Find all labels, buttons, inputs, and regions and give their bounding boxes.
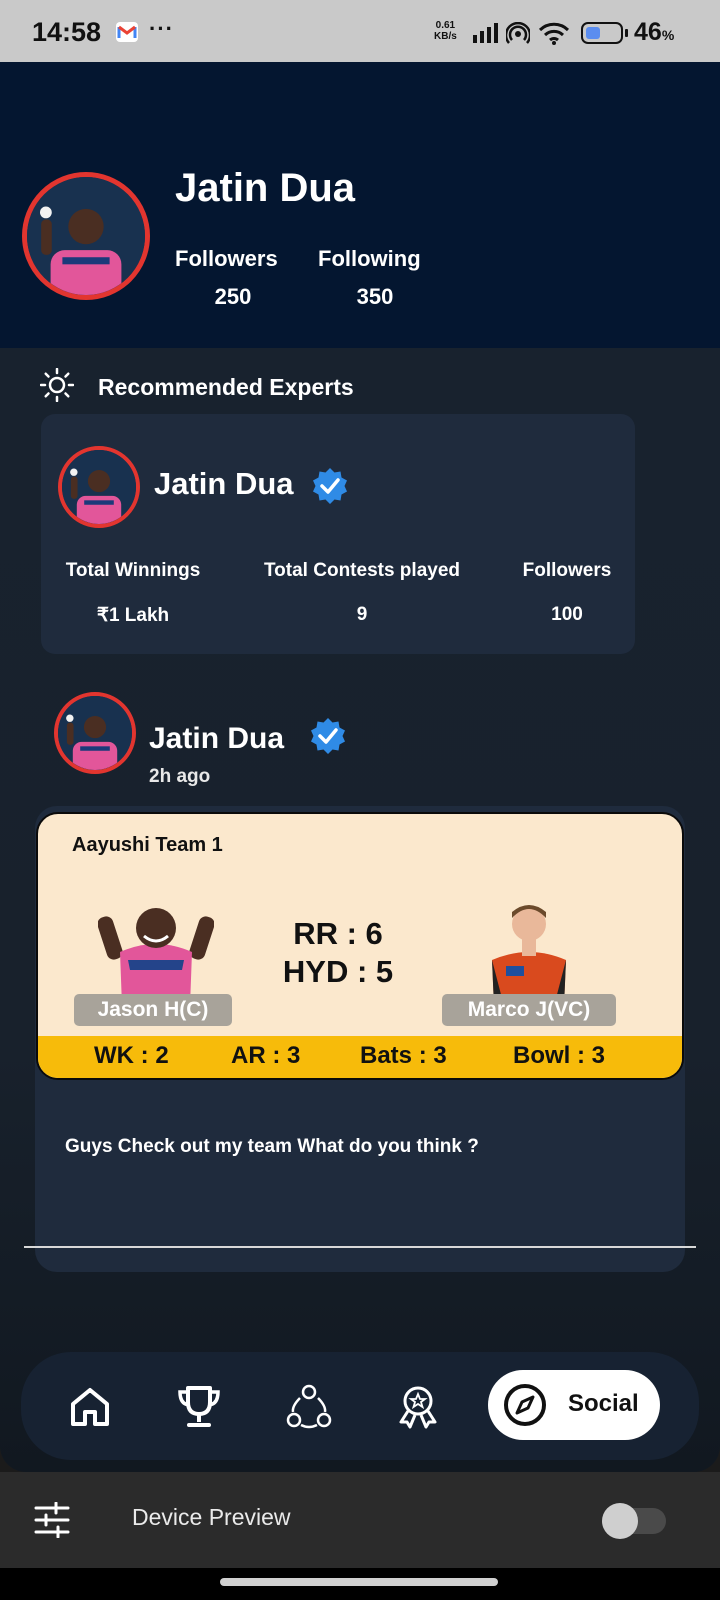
- profile-header: Jatin Dua Followers 250 Following 350: [0, 62, 720, 348]
- compass-icon: [504, 1384, 546, 1426]
- role-bats: Bats : 3: [360, 1042, 447, 1069]
- hotspot-icon: [506, 22, 530, 44]
- role-wk: WK : 2: [94, 1042, 169, 1069]
- expert-followers-label: Followers: [522, 560, 612, 581]
- followers-label[interactable]: Followers: [175, 246, 278, 272]
- toggle-knob: [602, 1503, 638, 1539]
- expert-name: Jatin Dua: [154, 466, 294, 501]
- vice-captain-player-image: [492, 905, 566, 1006]
- vice-captain-tag: Marco J(VC): [442, 994, 616, 1026]
- device-preview-toggle[interactable]: [602, 1503, 666, 1539]
- sun-icon: [40, 368, 74, 402]
- verified-badge-icon: [313, 468, 347, 504]
- status-time: 14:58: [32, 17, 102, 47]
- post-timestamp: 2h ago: [149, 766, 211, 787]
- battery-percent-value: 46: [634, 18, 662, 46]
- gesture-bar: [0, 1568, 720, 1600]
- net-speed-value: 0.61: [435, 20, 456, 31]
- team-card[interactable]: Aayushi Team 1 Jason H(C) RR : 6 HYD : 5…: [36, 812, 684, 1080]
- team-name: Aayushi Team 1: [72, 834, 223, 856]
- profile-avatar[interactable]: [22, 172, 150, 300]
- nav-social-label: Social: [568, 1390, 639, 1417]
- avatar-image: [62, 450, 136, 524]
- score-line-2: HYD : 5: [282, 954, 394, 989]
- total-contests-label: Total Contests played: [263, 560, 460, 581]
- battery-percent: 46%: [634, 18, 674, 47]
- home-icon[interactable]: [67, 1384, 113, 1430]
- post-caption: Guys Check out my team What do you think…: [65, 1136, 479, 1157]
- wifi-icon: [538, 22, 570, 45]
- trophy-icon[interactable]: [176, 1384, 222, 1430]
- device-preview-label: Device Preview: [132, 1504, 291, 1530]
- total-contests-value: 9: [356, 604, 368, 625]
- sliders-icon[interactable]: [34, 1502, 70, 1538]
- score-line-1: RR : 6: [293, 916, 383, 951]
- battery-icon: [581, 22, 623, 44]
- bottom-nav: Social: [21, 1352, 699, 1460]
- total-winnings-label: Total Winnings: [65, 560, 201, 581]
- avatar-image: [58, 696, 132, 770]
- post-author-avatar[interactable]: [54, 692, 136, 774]
- award-badge-icon[interactable]: [395, 1384, 441, 1430]
- net-speed-unit: KB/s: [434, 31, 457, 42]
- expert-avatar[interactable]: [58, 446, 140, 528]
- following-label[interactable]: Following: [318, 246, 421, 272]
- following-count[interactable]: 350: [318, 284, 432, 310]
- captain-player-image: [98, 908, 214, 1006]
- followers-count[interactable]: 250: [175, 284, 291, 310]
- role-count-bar: WK : 2 AR : 3 Bats : 3 Bowl : 3: [38, 1036, 682, 1078]
- signal-icon: [473, 23, 498, 43]
- battery-percent-sign: %: [661, 27, 675, 43]
- divider: [24, 1246, 696, 1248]
- post-author-name: Jatin Dua: [149, 722, 285, 755]
- verified-badge-icon: [311, 718, 345, 754]
- battery-tip: [625, 29, 628, 37]
- avatar-image: [27, 177, 145, 295]
- role-ar: AR : 3: [231, 1042, 301, 1069]
- more-dots-icon: ···: [149, 16, 174, 41]
- captain-tag: Jason H(C): [74, 994, 232, 1026]
- role-bowl: Bowl : 3: [513, 1042, 606, 1069]
- recommended-experts-title: Recommended Experts: [98, 374, 354, 400]
- home-gesture-handle[interactable]: [220, 1578, 498, 1586]
- device-preview-bar: Device Preview: [0, 1472, 720, 1568]
- gmail-icon: [116, 22, 138, 42]
- nav-social-button[interactable]: Social: [488, 1370, 660, 1440]
- expert-followers-value: 100: [551, 604, 583, 625]
- profile-name: Jatin Dua: [175, 166, 356, 210]
- total-winnings-value: ₹1 Lakh: [96, 605, 170, 626]
- app-screen: Jatin Dua Followers 250 Following 350 Re…: [0, 62, 720, 1472]
- net-speed: 0.61 KB/s: [434, 20, 457, 42]
- status-bar: 14:58 ··· 0.61 KB/s 46%: [0, 0, 720, 62]
- community-icon[interactable]: [286, 1384, 332, 1430]
- battery-fill: [586, 27, 600, 39]
